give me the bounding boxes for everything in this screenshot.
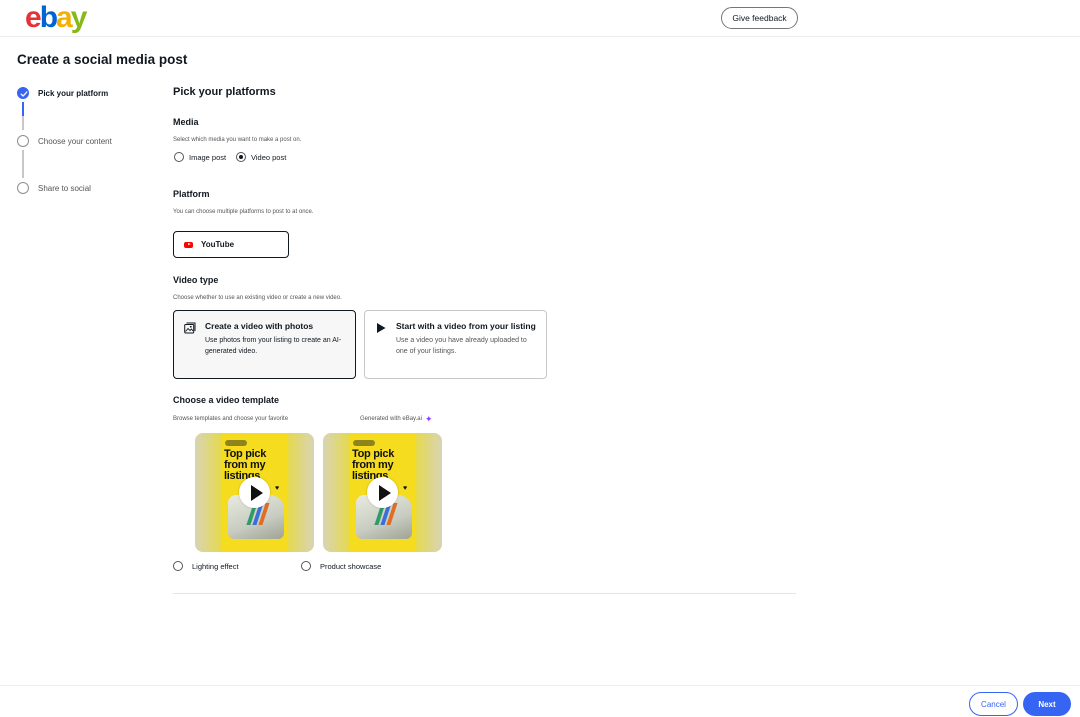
heart-icon: ♥	[403, 485, 408, 492]
step-connector	[22, 116, 24, 130]
radio-button[interactable]	[174, 152, 184, 162]
thumbnail-blur	[323, 433, 350, 552]
logo-letter-e: e	[25, 1, 42, 34]
logo-letter-y: y	[70, 1, 88, 34]
radio-product-showcase[interactable]: Product showcase	[301, 561, 381, 571]
radio-button[interactable]	[236, 152, 246, 162]
top-bar: ebay Give feedback	[0, 0, 1080, 37]
platform-hint: You can choose multiple platforms to pos…	[173, 209, 314, 215]
thumbnail-blur	[415, 433, 442, 552]
step-share-to-social[interactable]: Share to social	[17, 182, 91, 194]
radio-label: Image post	[189, 152, 227, 162]
logo-letter-a: a	[56, 1, 73, 34]
step-connector	[22, 150, 24, 178]
ebay-logo[interactable]: ebay	[25, 1, 88, 34]
radio-button[interactable]	[173, 561, 183, 571]
radio-video-post[interactable]: Video post	[236, 152, 286, 162]
play-icon	[375, 321, 387, 378]
platform-youtube-chip[interactable]: YouTube	[173, 231, 289, 258]
next-button[interactable]: Next	[1023, 692, 1071, 716]
video-type-title: Start with a video from your listing	[396, 321, 536, 331]
play-button-icon[interactable]	[239, 477, 270, 508]
generated-with-label: Generated with eBay.ai ✦	[360, 414, 433, 424]
video-type-hint: Choose whether to use an existing video …	[173, 295, 342, 301]
template-hint: Browse templates and choose your favorit…	[173, 416, 289, 422]
video-type-description: Use photos from your listing to create a…	[205, 337, 342, 355]
radio-label: Lighting effect	[192, 561, 239, 571]
platform-label: YouTube	[201, 240, 235, 249]
step-label: Choose your content	[38, 136, 112, 146]
thumbnail-blur	[195, 433, 222, 552]
video-type-description: Use a video you have already uploaded to…	[396, 337, 527, 355]
video-type-title: Video type	[173, 275, 219, 285]
step-label: Share to social	[38, 183, 91, 193]
logo-letter-b: b	[39, 1, 58, 34]
check-icon	[17, 87, 29, 99]
step-circle-icon	[17, 135, 29, 147]
cancel-button[interactable]: Cancel	[969, 692, 1018, 716]
radio-label: Video post	[251, 152, 287, 162]
footer-bar	[0, 685, 1080, 717]
poster-badge	[353, 440, 375, 446]
give-feedback-button[interactable]: Give feedback	[721, 7, 798, 29]
generated-text: Generated with eBay.ai	[360, 416, 422, 422]
poster-badge	[225, 440, 247, 446]
platform-title: Platform	[173, 189, 210, 199]
step-label: Pick your platform	[38, 88, 109, 98]
page-title: Create a social media post	[17, 52, 188, 67]
radio-label: Product showcase	[320, 561, 382, 571]
section-divider	[173, 593, 796, 594]
youtube-icon	[184, 241, 193, 248]
section-heading: Pick your platforms	[173, 86, 276, 98]
video-type-card-listing-video[interactable]: Start with a video from your listing Use…	[364, 310, 547, 379]
media-title: Media	[173, 117, 199, 127]
photo-video-icon	[184, 321, 196, 378]
video-type-card-photos[interactable]: Create a video with photos Use photos fr…	[173, 310, 356, 379]
template-title: Choose a video template	[173, 395, 280, 405]
heart-icon: ♥	[275, 485, 280, 492]
step-pick-platform[interactable]: Pick your platform	[17, 87, 108, 99]
template-thumbnail-lighting[interactable]: Top pick from my listings ♥	[195, 433, 314, 552]
radio-image-post[interactable]: Image post	[174, 152, 226, 162]
thumbnail-blur	[287, 433, 314, 552]
radio-lighting-effect[interactable]: Lighting effect	[173, 561, 239, 571]
media-hint: Select which media you want to make a po…	[173, 137, 302, 143]
radio-button[interactable]	[301, 561, 311, 571]
play-button-icon[interactable]	[367, 477, 398, 508]
step-circle-icon	[17, 182, 29, 194]
video-type-title: Create a video with photos	[205, 321, 314, 331]
template-thumbnail-showcase[interactable]: Top pick from my listings ♥	[323, 433, 442, 552]
step-connector-active	[22, 102, 24, 116]
step-choose-content[interactable]: Choose your content	[17, 135, 112, 147]
sparkle-icon: ✦	[424, 414, 433, 424]
